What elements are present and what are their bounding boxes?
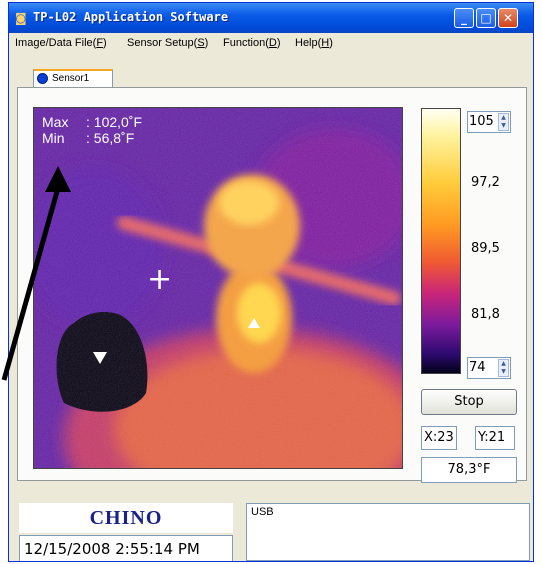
x-coordinate-field: X:23: [421, 426, 457, 450]
min-readout: Min: 56,8˚F: [42, 130, 135, 146]
scale-min-stepper[interactable]: 74 ▲ ▼: [467, 357, 511, 379]
scale-max-stepper[interactable]: 105 ▲ ▼: [467, 111, 511, 133]
client-area: Sensor1 Max: 102,0˚F Min: 56,8˚F + 105…: [9, 55, 533, 561]
datetime-field: 12/15/2008 2:55:14 PM: [19, 535, 233, 561]
close-icon: ✕: [502, 11, 514, 25]
window-title: TP-L02 Application Software: [33, 10, 229, 24]
scale-tick: 89,5: [471, 241, 500, 256]
spin-arrows-icon[interactable]: ▲ ▼: [498, 359, 509, 377]
stop-button[interactable]: Stop: [421, 389, 517, 415]
close-button[interactable]: ✕: [498, 8, 518, 28]
max-marker-icon: [248, 318, 260, 328]
tab-sensor1[interactable]: Sensor1: [33, 69, 113, 87]
scale-tick: 81,8: [471, 307, 500, 322]
camera-icon: ◙: [15, 11, 27, 25]
maximize-icon: □: [480, 11, 492, 25]
crosshair-cursor[interactable]: +: [147, 265, 172, 295]
sensor-dot-icon: [37, 73, 48, 84]
status-panel: USB: [246, 503, 530, 561]
minimize-button[interactable]: _: [454, 8, 474, 28]
menu-help[interactable]: Help(H): [295, 37, 333, 49]
title-bar[interactable]: ◙ TP-L02 Application Software _ □ ✕: [9, 3, 533, 33]
logo-text: CHINO: [89, 507, 163, 529]
thermal-image[interactable]: Max: 102,0˚F Min: 56,8˚F +: [33, 107, 403, 469]
max-readout: Max: 102,0˚F: [42, 114, 143, 130]
minimize-icon: _: [461, 11, 467, 25]
color-scale-bar: [421, 108, 461, 374]
spin-arrows-icon[interactable]: ▲ ▼: [498, 113, 509, 131]
menu-image-data-file[interactable]: Image/Data File(F): [15, 37, 107, 49]
min-marker-icon: [93, 352, 107, 364]
tab-label: Sensor1: [52, 73, 90, 84]
menu-sensor-setup[interactable]: Sensor Setup(S): [127, 37, 208, 49]
app-window: ◙ TP-L02 Application Software _ □ ✕ Imag…: [8, 2, 534, 562]
scale-tick: 97,2: [471, 175, 500, 190]
thermal-image-canvas: [34, 108, 402, 468]
maximize-button[interactable]: □: [476, 8, 496, 28]
brand-logo: CHINO: [19, 503, 233, 533]
point-temperature-field: 78,3°F: [421, 457, 517, 483]
menu-bar: Image/Data File(F) Sensor Setup(S) Funct…: [9, 33, 533, 55]
y-coordinate-field: Y:21: [475, 426, 515, 450]
menu-function[interactable]: Function(D): [223, 37, 280, 49]
